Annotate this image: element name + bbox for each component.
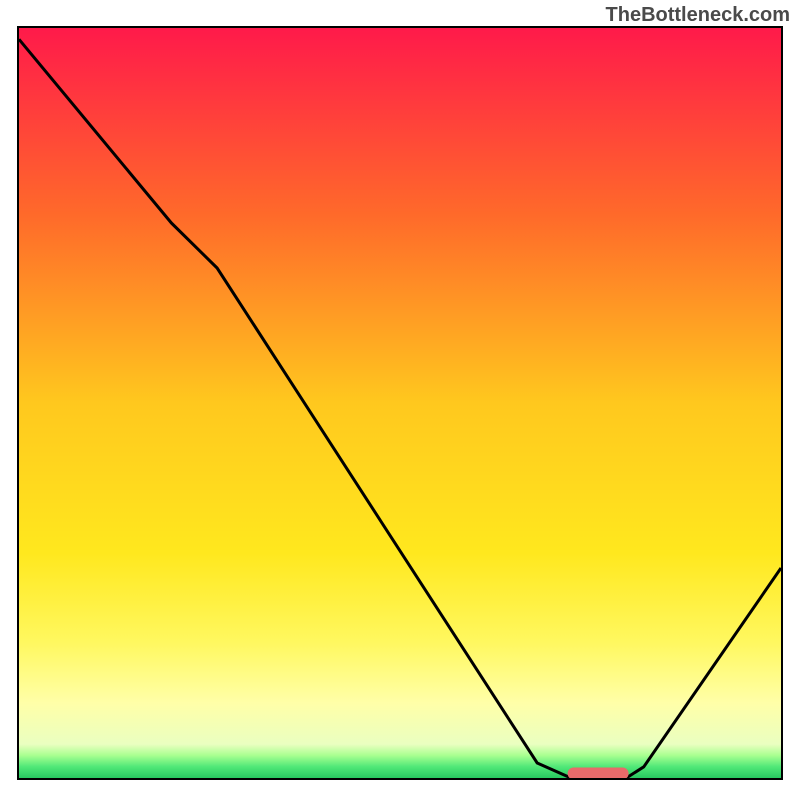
chart-plot-area: [17, 26, 783, 780]
chart-background-gradient: [19, 28, 781, 778]
sweet-spot-marker: [568, 768, 629, 779]
watermark-text: TheBottleneck.com: [606, 4, 790, 27]
chart-svg: [19, 28, 781, 778]
